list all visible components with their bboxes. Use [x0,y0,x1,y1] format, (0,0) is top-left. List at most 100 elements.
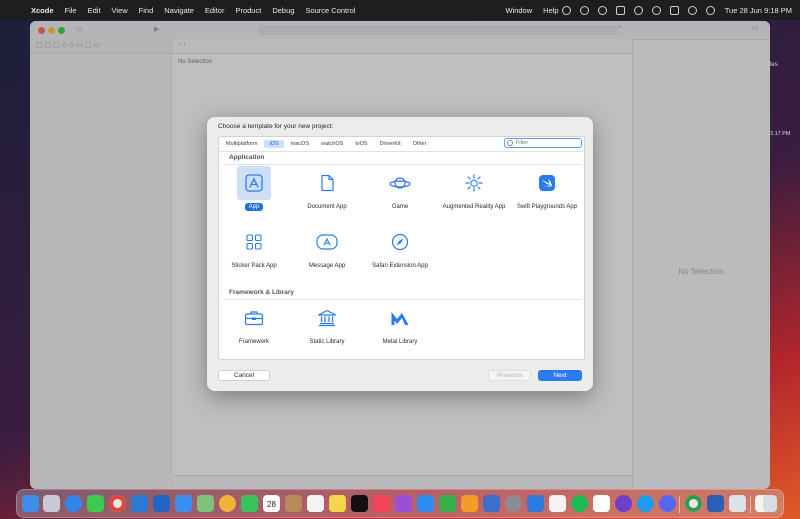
tab-ios[interactable]: iOS [264,140,284,148]
template-ar-app-label: Augmented Reality App [442,204,506,210]
search-status-icon[interactable] [651,5,661,15]
music-icon[interactable] [373,495,390,512]
dialog-title: Choose a template for your new project: [218,123,334,130]
next-button[interactable]: Next [538,370,582,381]
chrome-recent-icon[interactable] [685,495,702,512]
slack-icon[interactable] [549,495,566,512]
photos-icon[interactable] [219,495,236,512]
reminders-icon[interactable] [307,495,324,512]
system-preferences-icon[interactable] [505,495,522,512]
template-game[interactable]: Game [365,166,435,211]
cancel-button[interactable]: Cancel [218,370,270,381]
contacts-icon[interactable] [285,495,302,512]
clock-status-icon[interactable] [597,5,607,15]
messages-icon[interactable] [87,495,104,512]
menu-file[interactable]: File [65,6,77,15]
menu-find[interactable]: Find [139,6,154,15]
wifi-status-icon[interactable] [687,5,697,15]
menu-bar: Xcode File Edit View Find Navigate Edito… [0,0,800,20]
shield-status-icon[interactable] [561,5,571,15]
template-sticker-pack-app[interactable]: Sticker Pack App [219,225,289,270]
safari-icon[interactable] [65,495,82,512]
notion-icon[interactable] [593,495,610,512]
menu-edit[interactable]: Edit [88,6,101,15]
tab-tvos[interactable]: tvOS [350,140,372,148]
preview-icon[interactable] [729,495,746,512]
previous-button[interactable]: Previous [488,370,531,381]
template-framework[interactable]: Framework [219,301,289,346]
template-message-app[interactable]: Message App [292,225,362,270]
chrome-icon[interactable] [109,495,126,512]
desktop-file-label: les [770,62,778,68]
template-static-library[interactable]: Static Library [292,301,362,346]
menu-debug[interactable]: Debug [272,6,294,15]
vscode-icon[interactable] [131,495,148,512]
trash-icon[interactable] [763,495,777,512]
finder-icon[interactable] [22,495,39,512]
menu-editor[interactable]: Editor [205,6,225,15]
tab-watchos[interactable]: watchOS [316,140,348,148]
dock-separator [679,496,680,513]
discord-icon[interactable] [659,495,676,512]
template-app[interactable]: App [219,166,289,211]
template-augmented-reality-app[interactable]: Augmented Reality App [439,166,509,211]
word-icon[interactable] [707,495,724,512]
battery-status-icon[interactable] [615,5,625,15]
twitter-icon[interactable] [637,495,654,512]
template-framework-label: Framework [238,339,269,345]
menu-source-control[interactable]: Source Control [305,6,355,15]
template-chooser-dialog: Choose a template for your new project: … [207,117,593,391]
tab-multiplatform[interactable]: Multiplatform [221,140,262,148]
compass-icon [383,225,417,259]
calendar-icon[interactable]: 28 [263,495,280,512]
github-icon[interactable] [615,495,632,512]
tab-macos[interactable]: macOS [286,140,314,148]
control-center-icon[interactable] [669,5,679,15]
library-building-icon [310,301,344,335]
notes-icon[interactable] [329,495,346,512]
pages-icon[interactable] [461,495,478,512]
keynote-icon[interactable] [483,495,500,512]
bluetooth-status-icon[interactable] [633,5,643,15]
template-sticker-pack-label: Sticker Pack App [231,263,277,269]
menu-clock[interactable]: Tue 28 Jun 9:18 PM [725,6,792,15]
template-metal-library[interactable]: Metal Library [365,301,435,346]
siri-status-icon[interactable] [705,5,715,15]
spotify-icon[interactable] [571,495,588,512]
toolbox-icon [237,301,271,335]
document-icon [310,166,344,200]
tab-other[interactable]: Other [408,140,432,148]
tab-driverkit[interactable]: DriverKit [375,140,406,148]
template-swift-playgrounds-app[interactable]: Swift Playgrounds App [512,166,582,211]
launchpad-icon[interactable] [43,495,60,512]
template-document-app[interactable]: Document App [292,166,362,211]
filter-input[interactable] [516,140,576,146]
desktop-time-label: 3.17 PM [770,131,791,137]
maps-icon[interactable] [197,495,214,512]
template-panel: Multiplatform iOS macOS watchOS tvOS Dri… [218,136,585,360]
section-framework-label: Framework & Library [229,289,295,296]
mail-icon[interactable] [175,495,192,512]
sync-status-icon[interactable] [579,5,589,15]
template-game-label: Game [391,204,409,210]
menu-view[interactable]: View [112,6,128,15]
numbers-icon[interactable] [439,495,456,512]
menu-window[interactable]: Window [505,6,532,15]
menu-app-name[interactable]: Xcode [31,6,54,15]
template-safari-extension-app[interactable]: Safari Extension App [365,225,435,270]
filter-field[interactable] [504,138,582,148]
menu-product[interactable]: Product [235,6,261,15]
section-divider [223,299,580,300]
template-swift-playgrounds-label: Swift Playgrounds App [516,204,578,210]
podcasts-icon[interactable] [395,495,412,512]
appletv-icon[interactable] [351,495,368,512]
menu-navigate[interactable]: Navigate [164,6,194,15]
appstore-icon[interactable] [417,495,434,512]
dock: 28 [16,489,784,518]
xcode-icon[interactable] [527,495,544,512]
dock-separator [750,496,751,513]
app-store-icon [237,166,271,200]
status-area: Tue 28 Jun 9:18 PM [553,0,792,20]
section-divider [223,164,580,165]
sourcetree-icon[interactable] [153,495,170,512]
